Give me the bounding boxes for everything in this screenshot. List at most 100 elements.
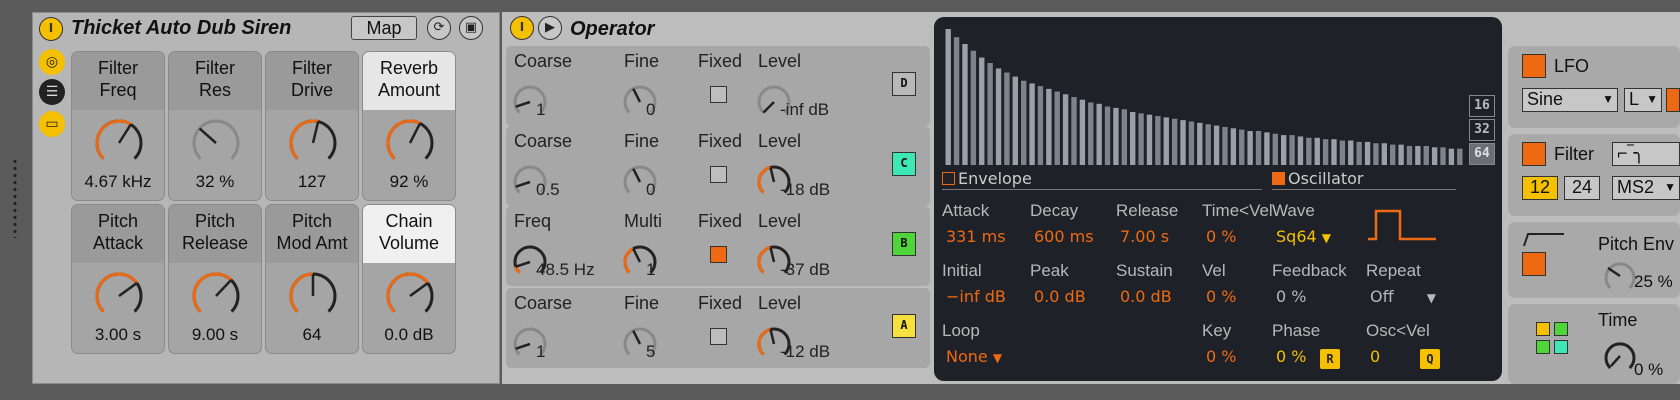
- harmonic-bar[interactable]: [1104, 106, 1111, 165]
- harmonic-bar[interactable]: [1322, 139, 1329, 165]
- harmonic-bar[interactable]: [1398, 144, 1404, 165]
- harmonic-bar[interactable]: [1390, 144, 1396, 165]
- harmonic-bar[interactable]: [1130, 111, 1136, 165]
- harmonics-chart[interactable]: [944, 25, 1464, 167]
- harmonic-bar[interactable]: [1113, 107, 1119, 165]
- osc-vel-quantize-button[interactable]: Q: [1420, 349, 1440, 369]
- harmonic-bar[interactable]: [1280, 135, 1287, 165]
- harmonics-32-button[interactable]: 32: [1469, 119, 1495, 141]
- harmonic-bar[interactable]: [1356, 141, 1362, 165]
- harmonic-bar[interactable]: [1138, 113, 1144, 165]
- harmonic-bar[interactable]: [1373, 143, 1379, 165]
- time-vel-value[interactable]: 0 %: [1206, 227, 1236, 246]
- harmonic-bar[interactable]: [1230, 128, 1237, 165]
- rack-power-icon[interactable]: I: [39, 17, 63, 41]
- harmonic-bar[interactable]: [1054, 91, 1060, 165]
- macro-view-icon[interactable]: ◎: [39, 49, 65, 75]
- harmonic-bar[interactable]: [1406, 145, 1413, 165]
- decay-value[interactable]: 600 ms: [1034, 227, 1094, 246]
- harmonic-bar[interactable]: [962, 43, 968, 165]
- fixed-checkbox[interactable]: [710, 328, 727, 345]
- harmonic-bar[interactable]: [987, 63, 993, 165]
- harmonic-bar[interactable]: [995, 68, 1002, 165]
- algorithm-icon[interactable]: [1536, 322, 1570, 356]
- macro-knob[interactable]: [385, 118, 435, 168]
- repeat-select[interactable]: Off ▼: [1370, 287, 1436, 306]
- harmonic-bar[interactable]: [1348, 140, 1354, 165]
- oscillator-a-button[interactable]: A: [892, 314, 916, 338]
- harmonic-bar[interactable]: [1012, 76, 1018, 165]
- play-icon[interactable]: ▶: [538, 16, 562, 40]
- harmonic-bar[interactable]: [1029, 83, 1035, 165]
- harmonic-bar[interactable]: [1239, 129, 1245, 165]
- harmonic-bar[interactable]: [1440, 147, 1446, 165]
- lfo-toggle[interactable]: [1522, 54, 1546, 78]
- harmonic-bar[interactable]: [1037, 86, 1044, 165]
- peak-value[interactable]: 0.0 dB: [1034, 287, 1086, 306]
- time-knob[interactable]: [1602, 338, 1638, 374]
- harmonic-bar[interactable]: [1088, 102, 1094, 165]
- harmonic-bar[interactable]: [1197, 122, 1203, 165]
- macro-1[interactable]: Filter Freq 4.67 kHz: [71, 51, 165, 201]
- randomize-icon[interactable]: ⟳: [427, 16, 451, 40]
- pitch-env-knob[interactable]: [1602, 258, 1638, 294]
- save-preset-icon[interactable]: ▣: [459, 16, 483, 40]
- phase-value[interactable]: 0 %: [1276, 347, 1306, 366]
- harmonic-bar[interactable]: [1415, 145, 1421, 165]
- harmonic-bar[interactable]: [1339, 140, 1346, 165]
- harmonic-bar[interactable]: [970, 50, 977, 165]
- harmonic-bar[interactable]: [1364, 141, 1371, 165]
- filter-circuit-select[interactable]: MS2 ▼: [1612, 176, 1680, 200]
- macro-knob[interactable]: [288, 118, 338, 168]
- harmonic-bar[interactable]: [1306, 137, 1312, 165]
- operator-power-icon[interactable]: I: [510, 16, 534, 40]
- harmonic-bar[interactable]: [1096, 103, 1102, 165]
- chain-list-icon[interactable]: ☰: [39, 79, 65, 105]
- harmonic-bar[interactable]: [945, 29, 951, 165]
- macro-knob[interactable]: [288, 271, 338, 321]
- lfo-range-select[interactable]: L ▼: [1624, 88, 1662, 112]
- macro-knob[interactable]: [385, 271, 435, 321]
- oscillator-c-button[interactable]: C: [892, 152, 916, 176]
- sustain-value[interactable]: 0.0 dB: [1120, 287, 1172, 306]
- harmonic-bar[interactable]: [1205, 124, 1211, 165]
- fixed-checkbox[interactable]: [710, 86, 727, 103]
- harmonic-bar[interactable]: [1146, 114, 1153, 165]
- harmonic-bar[interactable]: [1331, 139, 1337, 165]
- fixed-checkbox[interactable]: [710, 246, 727, 263]
- initial-value[interactable]: −inf dB: [946, 287, 1006, 306]
- harmonics-64-button[interactable]: 64: [1469, 143, 1495, 165]
- harmonic-bar[interactable]: [1255, 131, 1262, 165]
- harmonic-bar[interactable]: [1163, 117, 1169, 165]
- harmonic-bar[interactable]: [1188, 121, 1195, 165]
- macro-7[interactable]: Pitch Mod Amt 64: [265, 204, 359, 354]
- macro-5[interactable]: Pitch Attack 3.00 s: [71, 204, 165, 354]
- harmonic-bar[interactable]: [1247, 131, 1253, 165]
- harmonic-bar[interactable]: [1297, 136, 1304, 165]
- harmonic-bar[interactable]: [1289, 135, 1295, 165]
- macro-4[interactable]: Reverb Amount 92 %: [362, 51, 456, 201]
- oscillator-d-button[interactable]: D: [892, 72, 916, 96]
- release-value[interactable]: 7.00 s: [1120, 227, 1169, 246]
- device-grip-handle[interactable]: [12, 158, 18, 238]
- macro-8[interactable]: Chain Volume 0.0 dB: [362, 204, 456, 354]
- harmonic-bar[interactable]: [1180, 120, 1186, 165]
- attack-value[interactable]: 331 ms: [946, 227, 1006, 246]
- harmonic-bar[interactable]: [1121, 109, 1128, 165]
- macro-2[interactable]: Filter Res 32 %: [168, 51, 262, 201]
- key-value[interactable]: 0 %: [1206, 347, 1236, 366]
- fixed-checkbox[interactable]: [710, 166, 727, 183]
- feedback-value[interactable]: 0 %: [1276, 287, 1306, 306]
- harmonic-bar[interactable]: [1046, 88, 1052, 165]
- harmonic-bar[interactable]: [1062, 94, 1069, 165]
- slope-12-button[interactable]: 12: [1522, 176, 1558, 200]
- harmonic-bar[interactable]: [1004, 72, 1010, 165]
- harmonic-bar[interactable]: [1155, 116, 1161, 165]
- vel-value[interactable]: 0 %: [1206, 287, 1236, 306]
- filter-type-select[interactable]: ⌐‾╮: [1612, 142, 1680, 166]
- phase-retrigger-button[interactable]: R: [1320, 349, 1340, 369]
- harmonic-bar[interactable]: [1222, 126, 1228, 165]
- pitch-env-toggle[interactable]: [1522, 252, 1546, 276]
- map-button[interactable]: Map: [351, 16, 417, 40]
- harmonic-bar[interactable]: [979, 57, 985, 166]
